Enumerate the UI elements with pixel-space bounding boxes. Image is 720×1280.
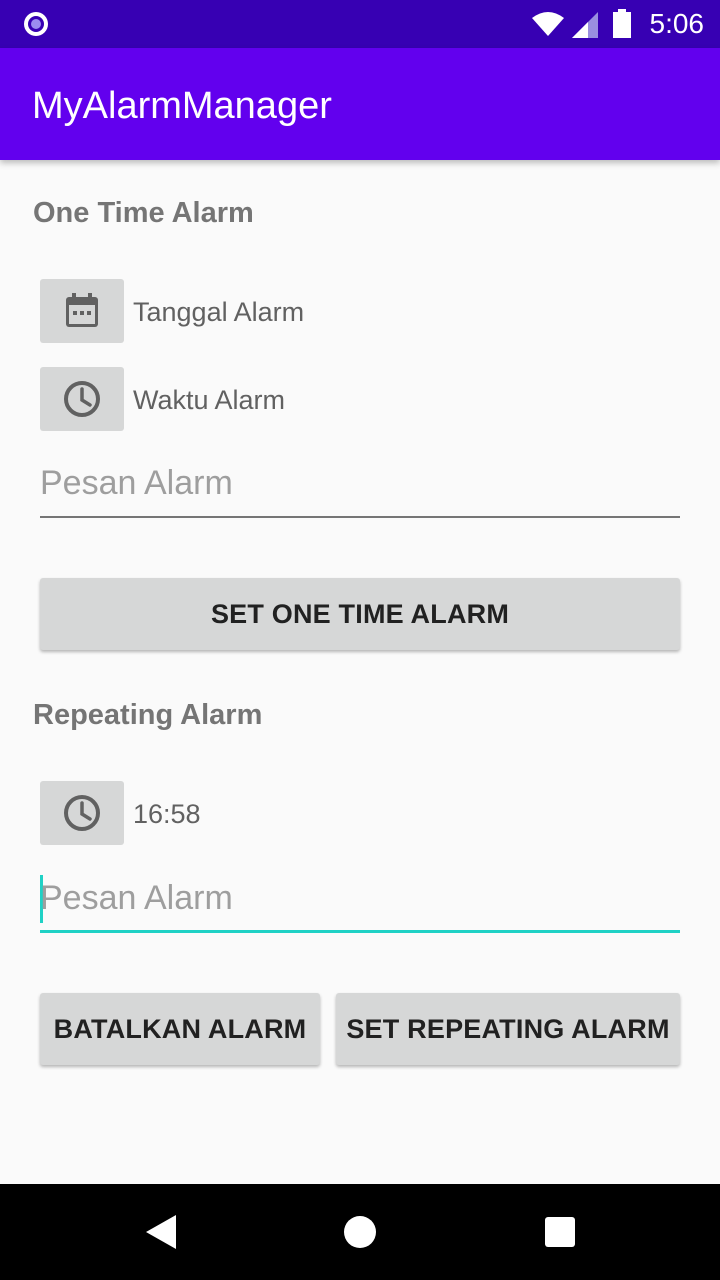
clock-icon [64, 381, 100, 417]
status-time: 5:06 [649, 8, 705, 39]
app-title: MyAlarmManager [32, 85, 332, 127]
battery-icon [613, 9, 631, 38]
calendar-icon [66, 293, 98, 327]
set-repeating-alarm-button[interactable]: SET REPEATING ALARM [336, 993, 680, 1065]
repeating-message-field[interactable]: Pesan Alarm [40, 873, 680, 933]
field-underline [40, 516, 680, 518]
notification-dot-icon [24, 12, 48, 36]
navigation-bar [0, 1184, 720, 1280]
time-label: Waktu Alarm [133, 385, 286, 415]
one-time-message-field[interactable]: Pesan Alarm [40, 458, 680, 518]
repeating-time-picker-button[interactable] [40, 781, 124, 845]
date-picker-button[interactable] [40, 279, 124, 343]
recents-icon[interactable] [540, 1212, 580, 1252]
time-picker-button[interactable] [40, 367, 124, 431]
wifi-icon [532, 12, 564, 36]
app-bar: MyAlarmManager [0, 48, 720, 160]
repeating-time-label: 16:58 [133, 799, 201, 829]
repeating-message-placeholder: Pesan Alarm [40, 879, 233, 917]
repeating-alarm-title: Repeating Alarm [33, 699, 263, 731]
set-one-time-alarm-button[interactable]: SET ONE TIME ALARM [40, 578, 680, 650]
date-label: Tanggal Alarm [133, 297, 305, 327]
clock-icon [64, 795, 100, 831]
home-icon[interactable] [340, 1212, 380, 1252]
cancel-alarm-button[interactable]: BATALKAN ALARM [40, 993, 320, 1065]
status-bar: 5:06 [0, 0, 720, 48]
one-time-message-placeholder: Pesan Alarm [40, 464, 233, 502]
signal-icon [572, 12, 598, 38]
one-time-alarm-title: One Time Alarm [33, 197, 254, 229]
back-icon[interactable] [142, 1212, 182, 1252]
field-underline [40, 930, 680, 933]
